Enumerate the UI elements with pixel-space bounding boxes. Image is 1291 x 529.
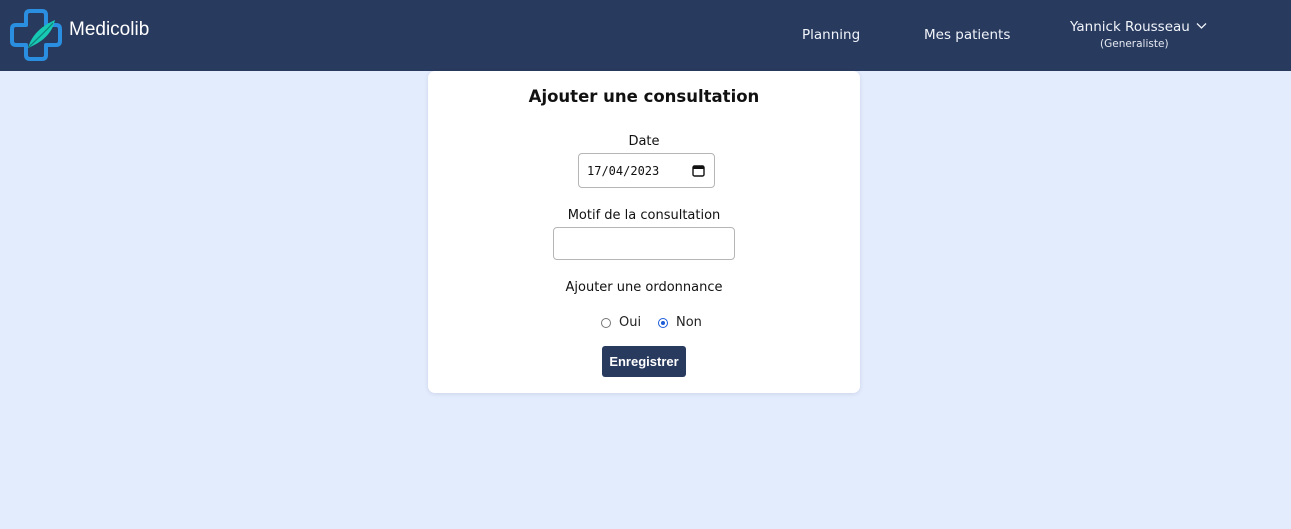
user-role: (Generaliste) [1100, 38, 1169, 50]
date-value: 17/04/2023 [587, 164, 660, 178]
date-input[interactable]: 17/04/2023 [578, 153, 715, 188]
ordonnance-label: Ajouter une ordonnance [565, 280, 723, 295]
radio-oui[interactable] [601, 318, 611, 328]
radio-oui-label[interactable]: Oui [619, 315, 641, 330]
navbar: Medicolib Planning Mes patients Yannick … [0, 0, 1291, 71]
app-name: Medicolib [69, 19, 150, 40]
motif-label: Motif de la consultation [567, 208, 721, 223]
user-name: Yannick Rousseau [1070, 19, 1190, 35]
submit-button[interactable]: Enregistrer [602, 346, 686, 377]
user-menu[interactable]: Yannick Rousseau (Generaliste) [1066, 19, 1226, 55]
date-label: Date [628, 134, 660, 149]
radio-non[interactable] [658, 318, 668, 328]
ordonnance-radio-group: Oui Non [600, 314, 720, 332]
radio-non-label[interactable]: Non [676, 315, 702, 330]
calendar-icon[interactable] [692, 164, 705, 177]
brand[interactable]: Medicolib [8, 8, 149, 62]
form-title: Ajouter une consultation [528, 87, 760, 106]
chevron-down-icon [1196, 23, 1207, 29]
consultation-form-card: Ajouter une consultation Date 17/04/2023… [428, 71, 860, 393]
medical-cross-logo-icon [10, 9, 62, 61]
motif-input[interactable] [553, 227, 735, 260]
nav-patients-link[interactable]: Mes patients [924, 27, 1010, 43]
nav-planning-link[interactable]: Planning [802, 27, 860, 43]
